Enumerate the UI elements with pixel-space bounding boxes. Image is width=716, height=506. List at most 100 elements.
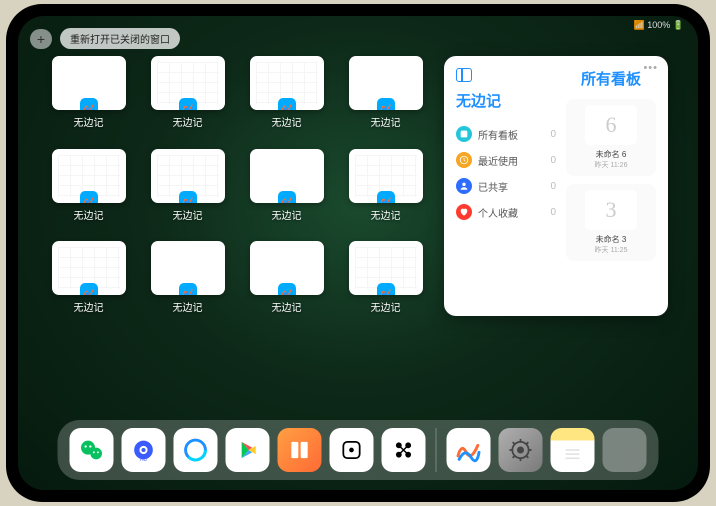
category-icon [456, 178, 472, 194]
thumbnail-preview [349, 149, 423, 203]
thumbnail-label: 无边记 [74, 299, 104, 314]
board-card[interactable]: 3 未命名 3 昨天 11:25 [566, 184, 656, 261]
panel-left-title: 无边记 [456, 90, 556, 111]
board-name: 未命名 6 [572, 149, 650, 160]
thumbnail-label: 无边记 [74, 114, 104, 129]
dock-dice-icon[interactable] [330, 428, 374, 472]
window-thumbnail[interactable]: 无边记 [345, 241, 426, 320]
category-label: 已共享 [478, 179, 508, 194]
thumbnail-preview [52, 56, 126, 110]
dock-connect-icon[interactable] [382, 428, 426, 472]
freeform-app-icon [80, 283, 98, 295]
freeform-app-icon [80, 98, 98, 110]
thumbnail-label: 无边记 [173, 207, 203, 222]
panel-boards: 所有看板 6 未命名 6 昨天 11:26 3 未命名 3 昨天 11:25 [566, 68, 656, 304]
board-preview: 3 [585, 190, 637, 230]
workspace: 无边记 无边记 无边记 无边记 无边记 无边记 [48, 56, 668, 412]
screen: 📶 100% 🔋 + 重新打开已关闭的窗口 无边记 无边记 无边记 无边记 [18, 16, 698, 490]
new-window-button[interactable]: + [30, 29, 52, 49]
thumbnail-preview [151, 56, 225, 110]
dock-wechat-icon[interactable] [70, 428, 114, 472]
category-icon [456, 204, 472, 220]
thumbnail-preview [151, 241, 225, 295]
category-row[interactable]: 已共享 0 [456, 173, 556, 199]
board-card[interactable]: 6 未命名 6 昨天 11:26 [566, 99, 656, 176]
freeform-app-icon [377, 191, 395, 203]
freeform-app-icon [80, 191, 98, 203]
window-thumbnail[interactable]: 无边记 [147, 56, 228, 135]
thumbnail-preview [52, 241, 126, 295]
freeform-panel[interactable]: ••• 无边记 所有看板 0 最近使用 0 已共享 0 个人收藏 0 所有看板 [444, 56, 668, 316]
freeform-app-icon [377, 283, 395, 295]
dock-books-icon[interactable] [278, 428, 322, 472]
window-thumbnail[interactable]: 无边记 [246, 241, 327, 320]
thumbnail-label: 无边记 [371, 299, 401, 314]
thumbnail-label: 无边记 [173, 114, 203, 129]
thumbnail-preview [250, 56, 324, 110]
panel-sidebar: 无边记 所有看板 0 最近使用 0 已共享 0 个人收藏 0 [456, 68, 556, 304]
category-row[interactable]: 最近使用 0 [456, 147, 556, 173]
dock-notes-icon[interactable] [551, 428, 595, 472]
thumbnail-preview [151, 149, 225, 203]
category-count: 0 [550, 129, 556, 140]
thumbnail-label: 无边记 [74, 207, 104, 222]
dock: HD [58, 420, 659, 480]
board-time: 昨天 11:26 [572, 160, 650, 170]
dock-separator [436, 428, 437, 472]
window-thumbnail[interactable]: 无边记 [345, 56, 426, 135]
thumbnail-preview [349, 56, 423, 110]
freeform-app-icon [179, 191, 197, 203]
window-thumbnail[interactable]: 无边记 [147, 241, 228, 320]
category-label: 个人收藏 [478, 205, 518, 220]
window-thumbnails-grid: 无边记 无边记 无边记 无边记 无边记 无边记 [48, 56, 426, 412]
thumbnail-label: 无边记 [272, 299, 302, 314]
window-thumbnail[interactable]: 无边记 [48, 241, 129, 320]
thumbnail-preview [250, 241, 324, 295]
category-icon [456, 152, 472, 168]
window-thumbnail[interactable]: 无边记 [246, 149, 327, 228]
window-thumbnail[interactable]: 无边记 [48, 56, 129, 135]
freeform-app-icon [278, 283, 296, 295]
window-thumbnail[interactable]: 无边记 [246, 56, 327, 135]
category-row[interactable]: 所有看板 0 [456, 121, 556, 147]
category-label: 最近使用 [478, 153, 518, 168]
dock-play-icon[interactable] [226, 428, 270, 472]
category-icon [456, 126, 472, 142]
dock-freeform-icon[interactable] [447, 428, 491, 472]
category-row[interactable]: 个人收藏 0 [456, 199, 556, 225]
thumbnail-label: 无边记 [272, 114, 302, 129]
category-count: 0 [550, 181, 556, 192]
window-thumbnail[interactable]: 无边记 [147, 149, 228, 228]
category-label: 所有看板 [478, 127, 518, 142]
dock-qqbrowser-icon[interactable] [174, 428, 218, 472]
board-name: 未命名 3 [572, 234, 650, 245]
reopen-closed-window-button[interactable]: 重新打开已关闭的窗口 [60, 28, 180, 49]
thumbnail-preview [250, 149, 324, 203]
board-time: 昨天 11:25 [572, 245, 650, 255]
thumbnail-label: 无边记 [272, 207, 302, 222]
thumbnail-preview [52, 149, 126, 203]
thumbnail-label: 无边记 [371, 207, 401, 222]
thumbnail-preview [349, 241, 423, 295]
top-controls: + 重新打开已关闭的窗口 [30, 28, 180, 49]
ellipsis-icon[interactable]: ••• [643, 62, 658, 74]
status-bar: 📶 100% 🔋 [634, 20, 684, 31]
category-count: 0 [550, 155, 556, 166]
category-count: 0 [550, 207, 556, 218]
freeform-app-icon [179, 98, 197, 110]
dock-quark-icon[interactable]: HD [122, 428, 166, 472]
freeform-app-icon [278, 191, 296, 203]
svg-text:HD: HD [140, 457, 147, 462]
freeform-app-icon [278, 98, 296, 110]
thumbnail-label: 无边记 [173, 299, 203, 314]
freeform-app-icon [377, 98, 395, 110]
thumbnail-label: 无边记 [371, 114, 401, 129]
ipad-device: 📶 100% 🔋 + 重新打开已关闭的窗口 无边记 无边记 无边记 无边记 [6, 4, 710, 502]
dock-app-folder[interactable] [603, 428, 647, 472]
freeform-app-icon [179, 283, 197, 295]
dock-settings-icon[interactable] [499, 428, 543, 472]
window-thumbnail[interactable]: 无边记 [48, 149, 129, 228]
board-preview: 6 [585, 105, 637, 145]
sidebar-toggle-icon[interactable] [456, 68, 472, 82]
window-thumbnail[interactable]: 无边记 [345, 149, 426, 228]
